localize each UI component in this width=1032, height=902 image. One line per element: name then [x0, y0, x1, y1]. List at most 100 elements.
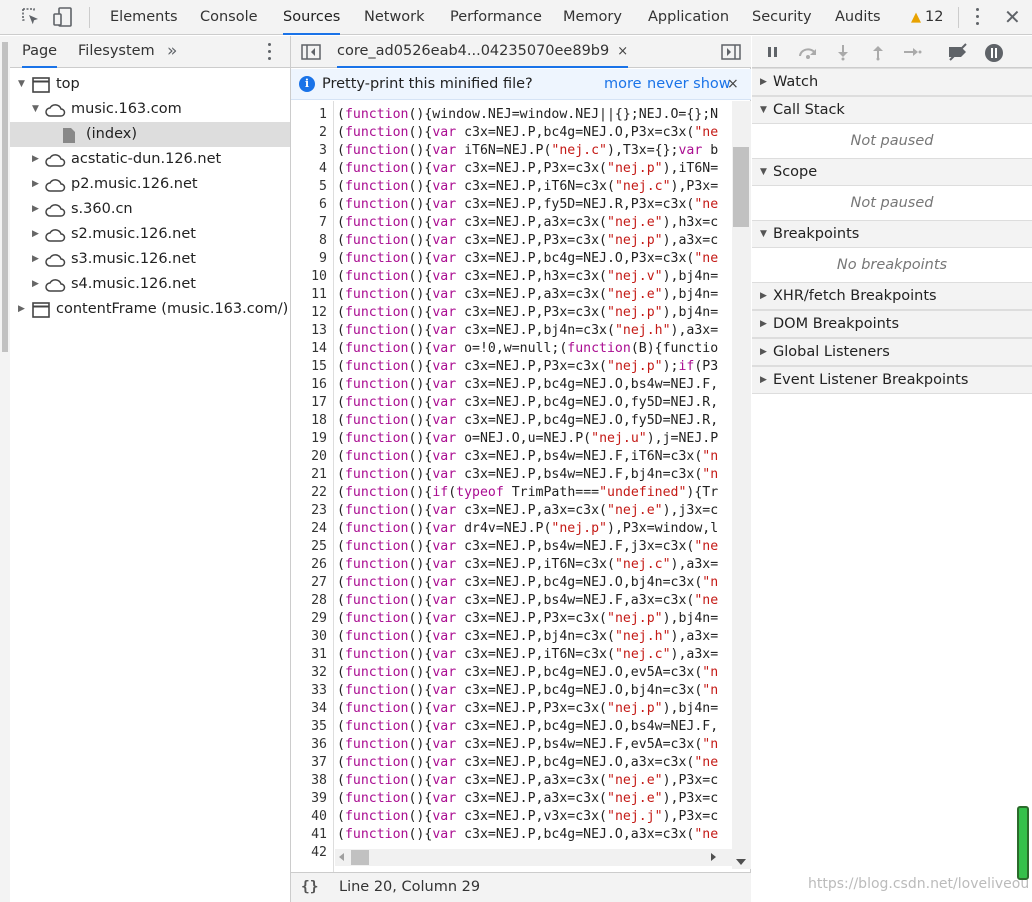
left-scrollbar[interactable]: [0, 36, 10, 902]
never-show-link[interactable]: never show: [647, 69, 731, 99]
tab-memory[interactable]: Memory: [563, 0, 622, 35]
collapsed-arrow-icon[interactable]: ▶: [32, 222, 39, 247]
section-scope[interactable]: ▼ Scope: [752, 158, 1032, 186]
tree-item[interactable]: ▼ top: [10, 72, 290, 97]
code-text[interactable]: (function(){var c3x=NEJ.P,bc4g=NEJ.O,bs4…: [337, 376, 718, 394]
tree-item[interactable]: ▶ s2.music.126.net: [10, 222, 290, 247]
code-line[interactable]: 28 (function(){var c3x=NEJ.P,bs4w=NEJ.F,a…: [291, 592, 731, 610]
code-text[interactable]: (function(){var c3x=NEJ.P,bc4g=NEJ.O,fy5…: [337, 412, 718, 430]
code-line[interactable]: 2 (function(){var c3x=NEJ.P,bc4g=NEJ.O,P3…: [291, 124, 731, 142]
scrollbar-thumb[interactable]: [351, 850, 369, 865]
code-text[interactable]: (function(){var c3x=NEJ.P,a3x=c3x("nej.e…: [337, 214, 718, 232]
collapsed-arrow-icon[interactable]: ▶: [32, 247, 39, 272]
expanded-arrow-icon[interactable]: ▼: [18, 72, 25, 97]
code-text[interactable]: (function(){var c3x=NEJ.P,fy5D=NEJ.R,P3x…: [337, 196, 718, 214]
code-line[interactable]: 22 (function(){if(typeof TrimPath==="unde…: [291, 484, 731, 502]
step-into-icon[interactable]: [835, 43, 851, 65]
code-area[interactable]: 1 (function(){window.NEJ=window.NEJ||{};N…: [291, 101, 731, 881]
tree-item[interactable]: ▶ s4.music.126.net: [10, 272, 290, 297]
section-global-listeners[interactable]: ▶ Global Listeners: [752, 338, 1032, 366]
scroll-right-icon[interactable]: [711, 853, 716, 861]
editor-horizontal-scrollbar[interactable]: [335, 849, 732, 866]
warning-counter[interactable]: ▲ 12: [911, 0, 943, 35]
collapsed-arrow-icon[interactable]: ▶: [32, 272, 39, 297]
tree-item[interactable]: ▶ s.360.cn: [10, 197, 290, 222]
line-number[interactable]: 6: [291, 196, 327, 214]
code-line[interactable]: 14 (function(){var o=!0,w=null;(function(…: [291, 340, 731, 358]
more-icon[interactable]: [976, 8, 980, 26]
line-number[interactable]: 40: [291, 808, 327, 826]
section-breakpoints[interactable]: ▼ Breakpoints: [752, 220, 1032, 248]
tab-performance[interactable]: Performance: [450, 0, 542, 35]
infobar-close-icon[interactable]: ×: [727, 69, 739, 99]
tab-page[interactable]: Page: [22, 36, 58, 68]
code-line[interactable]: 3 (function(){var iT6N=NEJ.P("nej.c"),T3x…: [291, 142, 731, 160]
tab-security[interactable]: Security: [752, 0, 812, 35]
code-text[interactable]: (function(){var c3x=NEJ.P,v3x=c3x("nej.j…: [337, 808, 718, 826]
tree-item[interactable]: ▼ music.163.com: [10, 97, 290, 122]
code-line[interactable]: 1 (function(){window.NEJ=window.NEJ||{};N…: [291, 106, 731, 124]
section-watch[interactable]: ▶ Watch: [752, 68, 1032, 96]
code-text[interactable]: (function(){var c3x=NEJ.P,iT6N=c3x("nej.…: [337, 556, 718, 574]
line-number[interactable]: 15: [291, 358, 327, 376]
code-text[interactable]: (function(){var c3x=NEJ.P,a3x=c3x("nej.e…: [337, 772, 718, 790]
tab-filesystem[interactable]: Filesystem: [78, 36, 155, 68]
line-number[interactable]: 31: [291, 646, 327, 664]
code-line[interactable]: 8 (function(){var c3x=NEJ.P,P3x=c3x("nej.…: [291, 232, 731, 250]
scrollbar-thumb[interactable]: [2, 42, 8, 352]
collapsed-arrow-icon[interactable]: ▶: [760, 311, 767, 338]
code-line[interactable]: 16 (function(){var c3x=NEJ.P,bc4g=NEJ.O,b…: [291, 376, 731, 394]
code-line[interactable]: 15 (function(){var c3x=NEJ.P,P3x=c3x("nej…: [291, 358, 731, 376]
line-number[interactable]: 9: [291, 250, 327, 268]
line-number[interactable]: 29: [291, 610, 327, 628]
line-number[interactable]: 20: [291, 448, 327, 466]
code-line[interactable]: 26 (function(){var c3x=NEJ.P,iT6N=c3x("ne…: [291, 556, 731, 574]
code-text[interactable]: (function(){var o=!0,w=null;(function(B)…: [337, 340, 718, 358]
code-text[interactable]: (function(){var c3x=NEJ.P,bs4w=NEJ.F,bj4…: [337, 466, 718, 484]
line-number[interactable]: 26: [291, 556, 327, 574]
code-text[interactable]: (function(){if(typeof TrimPath==="undefi…: [337, 484, 718, 502]
collapsed-arrow-icon[interactable]: ▶: [760, 367, 767, 394]
code-line[interactable]: 20 (function(){var c3x=NEJ.P,bs4w=NEJ.F,i…: [291, 448, 731, 466]
line-number[interactable]: 41: [291, 826, 327, 844]
code-line[interactable]: 29 (function(){var c3x=NEJ.P,P3x=c3x("nej…: [291, 610, 731, 628]
toggle-navigator-icon[interactable]: [301, 44, 321, 64]
code-line[interactable]: 6 (function(){var c3x=NEJ.P,fy5D=NEJ.R,P3…: [291, 196, 731, 214]
code-line[interactable]: 23 (function(){var c3x=NEJ.P,a3x=c3x("nej…: [291, 502, 731, 520]
tree-item[interactable]: ▶ acstatic-dun.126.net: [10, 147, 290, 172]
code-line[interactable]: 31 (function(){var c3x=NEJ.P,iT6N=c3x("ne…: [291, 646, 731, 664]
inspect-icon[interactable]: [20, 6, 42, 28]
close-icon[interactable]: ✕: [1004, 4, 1021, 30]
code-line[interactable]: 10 (function(){var c3x=NEJ.P,h3x=c3x("nej…: [291, 268, 731, 286]
navigator-more-icon[interactable]: [268, 43, 272, 61]
line-number[interactable]: 42: [291, 844, 327, 862]
code-text[interactable]: (function(){var c3x=NEJ.P,h3x=c3x("nej.v…: [337, 268, 718, 286]
step-icon[interactable]: [902, 43, 922, 65]
code-line[interactable]: 12 (function(){var c3x=NEJ.P,P3x=c3x("nej…: [291, 304, 731, 322]
code-text[interactable]: (function(){var c3x=NEJ.P,P3x=c3x("nej.p…: [337, 358, 718, 376]
tab-sources[interactable]: Sources: [283, 0, 341, 35]
line-number[interactable]: 35: [291, 718, 327, 736]
line-number[interactable]: 25: [291, 538, 327, 556]
code-text[interactable]: (function(){var c3x=NEJ.P,bc4g=NEJ.O,fy5…: [337, 394, 718, 412]
code-text[interactable]: (function(){var c3x=NEJ.P,bj4n=c3x("nej.…: [337, 628, 718, 646]
line-number[interactable]: 17: [291, 394, 327, 412]
line-number[interactable]: 1: [291, 106, 327, 124]
line-number[interactable]: 39: [291, 790, 327, 808]
line-number[interactable]: 7: [291, 214, 327, 232]
line-number[interactable]: 10: [291, 268, 327, 286]
code-text[interactable]: (function(){var c3x=NEJ.P,iT6N=c3x("nej.…: [337, 646, 718, 664]
code-line[interactable]: 36 (function(){var c3x=NEJ.P,bs4w=NEJ.F,e…: [291, 736, 731, 754]
scroll-left-icon[interactable]: [339, 853, 344, 861]
code-line[interactable]: 11 (function(){var c3x=NEJ.P,a3x=c3x("nej…: [291, 286, 731, 304]
expanded-arrow-icon[interactable]: ▼: [760, 159, 767, 186]
line-number[interactable]: 3: [291, 142, 327, 160]
line-number[interactable]: 22: [291, 484, 327, 502]
code-line[interactable]: 33 (function(){var c3x=NEJ.P,bc4g=NEJ.O,b…: [291, 682, 731, 700]
more-link[interactable]: more: [604, 69, 642, 99]
tree-item[interactable]: (index): [10, 122, 290, 147]
code-line[interactable]: 9 (function(){var c3x=NEJ.P,bc4g=NEJ.O,P3…: [291, 250, 731, 268]
code-line[interactable]: 30 (function(){var c3x=NEJ.P,bj4n=c3x("ne…: [291, 628, 731, 646]
collapsed-arrow-icon[interactable]: ▶: [18, 297, 25, 322]
collapsed-arrow-icon[interactable]: ▶: [760, 339, 767, 366]
